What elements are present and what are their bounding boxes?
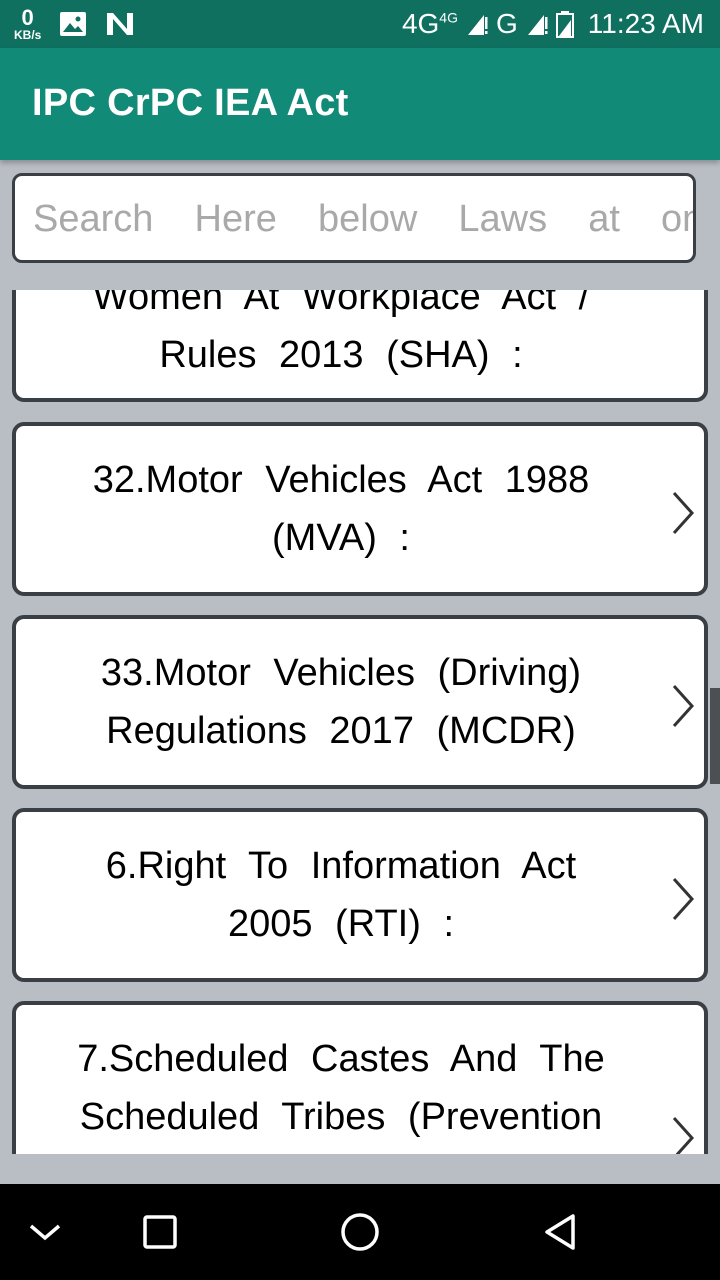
battery-icon <box>555 11 574 38</box>
n-notification-icon <box>107 13 134 35</box>
law-list[interactable]: Women At Workplace Act / Rules 2013 (SHA… <box>0 290 720 1154</box>
list-item-label-line1: 32.Motor Vehicles Act 1988 <box>92 459 590 501</box>
list-item[interactable]: Women At Workplace Act / Rules 2013 (SHA… <box>12 290 708 402</box>
scrollbar-thumb[interactable] <box>710 688 720 784</box>
list-item-label-line1: 33.Motor Vehicles (Driving) <box>100 652 582 694</box>
list-item-label-line1: 7.Scheduled Castes And The <box>77 1038 605 1080</box>
back-button[interactable] <box>500 1184 620 1280</box>
recents-button[interactable] <box>100 1184 220 1280</box>
search-input[interactable] <box>31 176 693 260</box>
list-item-label-line2: (MVA) : <box>272 517 410 559</box>
list-item-label-line2: Scheduled Tribes (Prevention <box>79 1096 603 1138</box>
recents-icon <box>143 1215 177 1249</box>
back-icon <box>545 1214 575 1250</box>
network-4g-text: 4G <box>401 8 440 39</box>
chevron-right-icon <box>672 877 695 921</box>
image-notification-icon <box>60 12 87 36</box>
collapse-button[interactable] <box>0 1184 105 1280</box>
network-g-label: G <box>495 8 518 39</box>
data-rate-value: 0 <box>21 5 34 30</box>
list-item-label-line1: 6.Right To Information Act <box>105 845 577 887</box>
signal-icon-2 <box>527 15 548 35</box>
list-item-label: Rules 2013 (SHA) : <box>159 334 523 376</box>
list-item[interactable]: 7.Scheduled Castes And The Scheduled Tri… <box>12 1001 708 1154</box>
search-box[interactable] <box>12 173 696 263</box>
chevron-right-icon <box>672 684 695 728</box>
list-item-label-line2: 2005 (RTI) : <box>227 903 455 945</box>
chevron-right-icon <box>672 1116 695 1154</box>
status-right: 4G4G G 11:23 AM <box>402 0 704 48</box>
list-item-label-line2: Regulations 2017 (MCDR) <box>106 710 576 752</box>
collapse-icon <box>29 1224 61 1241</box>
list-item[interactable]: 32.Motor Vehicles Act 1988 (MVA) : <box>12 422 708 596</box>
chevron-right-icon <box>672 491 695 535</box>
list-item-label-partial: Women At Workplace Act / <box>92 290 590 318</box>
app-title: IPC CrPC IEA Act <box>32 82 349 124</box>
status-bar: 0 KB/s 4G4G G 11:23 AM <box>0 0 720 48</box>
home-button[interactable] <box>300 1184 420 1280</box>
signal-icon <box>467 15 488 35</box>
status-left: 0 KB/s <box>14 4 135 44</box>
network-4g-label: 4G4G <box>402 8 458 40</box>
navigation-bar <box>0 1184 720 1280</box>
data-rate-indicator: 0 KB/s <box>14 5 42 42</box>
data-rate-unit: KB/s <box>14 28 42 42</box>
app-bar: IPC CrPC IEA Act <box>0 48 720 160</box>
list-item[interactable]: 6.Right To Information Act 2005 (RTI) : <box>12 808 708 982</box>
status-time: 11:23 AM <box>587 8 704 39</box>
home-icon <box>341 1213 379 1251</box>
network-4g-super: 4G <box>439 9 458 26</box>
list-item[interactable]: 33.Motor Vehicles (Driving) Regulations … <box>12 615 708 789</box>
